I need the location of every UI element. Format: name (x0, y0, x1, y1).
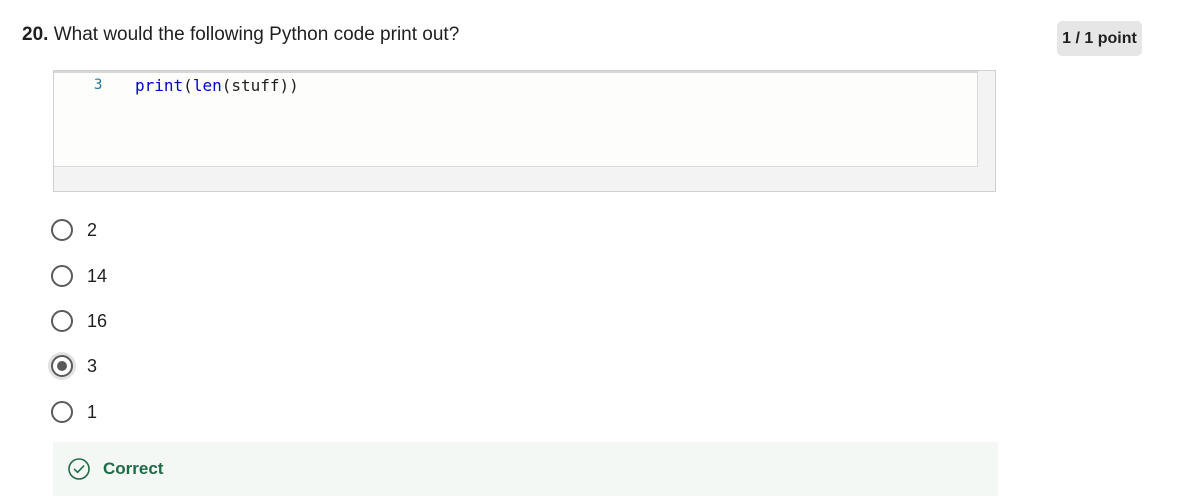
radio-button[interactable] (51, 219, 73, 241)
question-number: 20. (22, 24, 49, 45)
radio-button[interactable] (51, 310, 73, 332)
points-badge: 1 / 1 point (1057, 21, 1142, 56)
answer-option[interactable]: 1 (51, 398, 97, 426)
radio-button-selected[interactable] (51, 355, 73, 377)
answer-option-label: 3 (87, 355, 98, 376)
code-argument: (stuff)) (221, 76, 299, 95)
code-area[interactable]: 3 print(len(stuff)) (54, 71, 978, 167)
line-number: 3 (94, 77, 103, 93)
quiz-question-page: 20. What would the following Python code… (0, 0, 1199, 503)
answer-option[interactable]: 3 (51, 352, 97, 380)
code-line: print(len(stuff)) (135, 76, 299, 95)
answer-option-label: 14 (87, 265, 108, 286)
feedback-banner: Correct (53, 442, 998, 496)
radio-button[interactable] (51, 265, 73, 287)
answer-option[interactable]: 16 (51, 307, 107, 335)
answer-option-label: 2 (87, 219, 98, 240)
code-builtin-print: print (135, 76, 184, 95)
answer-option-label: 1 (87, 401, 98, 422)
feedback-label: Correct (103, 459, 164, 478)
code-editor: 3 print(len(stuff)) (53, 70, 996, 192)
answer-option[interactable]: 2 (51, 216, 97, 244)
radio-button[interactable] (51, 401, 73, 423)
code-paren: ( (183, 76, 193, 95)
answer-option[interactable]: 14 (51, 262, 107, 290)
code-builtin-len: len (192, 76, 222, 95)
answer-option-label: 16 (87, 310, 108, 331)
question-header: 20. What would the following Python code… (22, 22, 459, 48)
question-text: What would the following Python code pri… (53, 24, 460, 45)
check-circle-icon (68, 458, 90, 480)
